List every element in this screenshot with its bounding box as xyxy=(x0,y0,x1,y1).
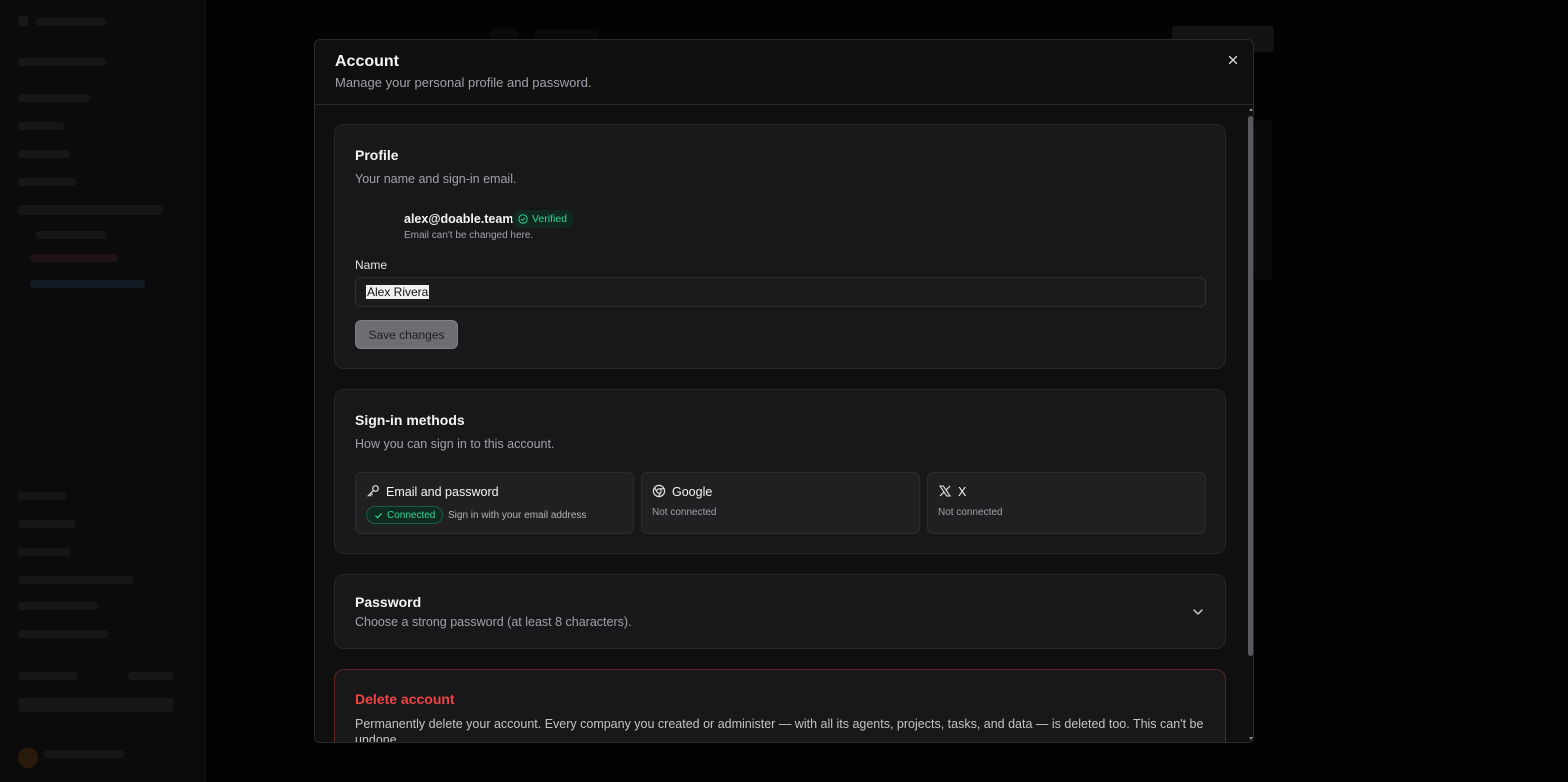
check-circle-icon xyxy=(518,214,528,224)
background-row xyxy=(18,672,78,680)
password-card[interactable]: Password Choose a strong password (at le… xyxy=(334,574,1226,649)
email-note: Email can't be changed here. xyxy=(404,230,534,241)
background-row xyxy=(18,630,108,638)
scroll-down-arrow-icon[interactable] xyxy=(1249,737,1253,740)
background-row xyxy=(18,94,90,102)
method-label: X xyxy=(958,485,967,499)
signin-method-email[interactable]: Email and password Connected Sign in wit… xyxy=(355,472,634,534)
background-row xyxy=(18,150,70,158)
background-row xyxy=(18,602,98,610)
background-row xyxy=(18,698,174,712)
account-dialog: Account Manage your personal profile and… xyxy=(314,39,1254,743)
verified-badge: Verified xyxy=(512,210,575,228)
background-logo xyxy=(18,16,28,26)
check-icon xyxy=(375,512,383,519)
background-row xyxy=(18,178,76,186)
name-input-value: Alex Rivera xyxy=(366,285,430,299)
scroll-up-arrow-icon[interactable] xyxy=(1249,108,1253,111)
background-row xyxy=(18,58,106,66)
background-row xyxy=(18,122,64,130)
background-row xyxy=(36,18,106,26)
key-icon xyxy=(366,484,380,498)
signin-title: Sign-in methods xyxy=(355,412,465,428)
connected-badge: Connected xyxy=(366,506,444,524)
save-changes-button[interactable]: Save changes xyxy=(355,320,458,349)
password-subtitle: Choose a strong password (at least 8 cha… xyxy=(355,615,632,629)
method-status: Not connected xyxy=(938,507,1003,518)
account-email: alex@doable.team xyxy=(404,212,514,226)
background-row xyxy=(18,576,133,584)
signin-methods-card: Sign-in methods How you can sign in to t… xyxy=(334,389,1226,554)
background-row xyxy=(36,231,106,239)
background-row xyxy=(18,520,76,528)
verified-label: Verified xyxy=(532,213,568,225)
method-label: Google xyxy=(672,485,713,499)
background-row xyxy=(18,548,70,556)
signin-method-x[interactable]: X Not connected xyxy=(927,472,1206,534)
google-icon xyxy=(652,484,666,498)
background-row xyxy=(30,280,145,288)
signin-method-google[interactable]: Google Not connected xyxy=(641,472,920,534)
password-title: Password xyxy=(355,594,422,610)
chevron-down-icon[interactable] xyxy=(1191,605,1205,619)
background-row xyxy=(18,205,163,215)
x-logo-icon xyxy=(938,484,952,498)
background-row xyxy=(128,672,174,680)
scrollbar[interactable] xyxy=(1248,108,1253,740)
background-block xyxy=(1254,120,1272,280)
method-label: Email and password xyxy=(386,485,499,499)
method-note: Sign in with your email address xyxy=(448,510,587,521)
signin-subtitle: How you can sign in to this account. xyxy=(355,437,555,451)
name-label: Name xyxy=(355,258,388,272)
background-row xyxy=(30,254,118,262)
background-row xyxy=(18,492,66,500)
background-sidebar xyxy=(0,0,206,782)
profile-title: Profile xyxy=(355,147,399,163)
profile-card: Profile Your name and sign-in email. ale… xyxy=(334,124,1226,369)
background-row xyxy=(44,750,124,758)
name-input[interactable]: Alex Rivera xyxy=(355,277,1206,307)
method-status: Not connected xyxy=(652,507,717,518)
dialog-header: Account Manage your personal profile and… xyxy=(315,40,1253,105)
delete-account-text: Permanently delete your account. Every c… xyxy=(355,717,1204,743)
close-icon[interactable] xyxy=(1225,52,1241,68)
delete-account-title: Delete account xyxy=(355,691,455,707)
connected-label: Connected xyxy=(387,509,436,521)
delete-account-card: Delete account Permanently delete your a… xyxy=(334,669,1226,743)
dialog-subtitle: Manage your personal profile and passwor… xyxy=(335,75,592,90)
background-avatar xyxy=(18,748,38,768)
scrollbar-thumb[interactable] xyxy=(1248,116,1253,656)
dialog-title: Account xyxy=(335,53,399,70)
profile-subtitle: Your name and sign-in email. xyxy=(355,172,517,186)
